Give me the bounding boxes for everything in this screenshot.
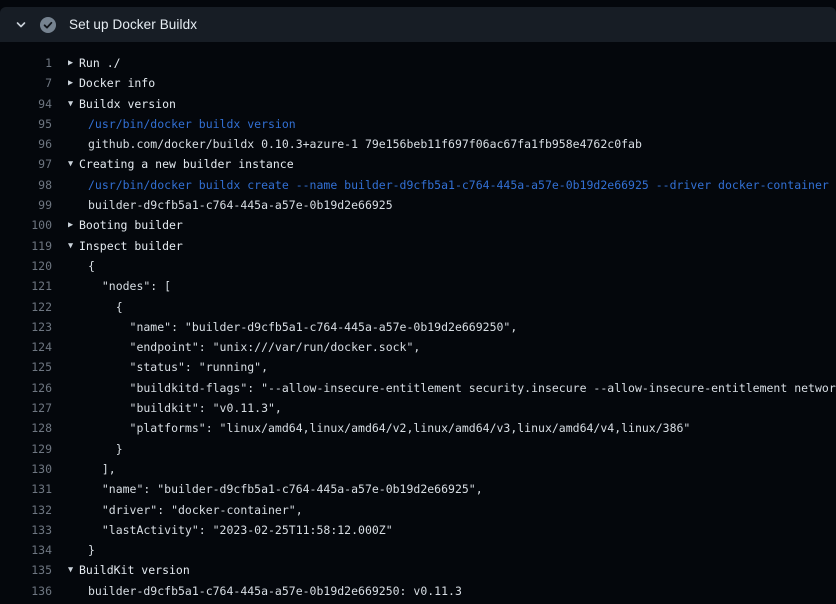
output-text: "buildkitd-flags": "--allow-insecure-ent… (88, 378, 836, 398)
group-title[interactable]: Inspect builder (79, 236, 183, 256)
output-text: "buildkit": "v0.11.3", (88, 398, 282, 418)
log-lines: 1▶Run ./7▶Docker info94▼Buildx version95… (0, 53, 836, 601)
output-text: "status": "running", (88, 357, 268, 377)
output-text: "platforms": "linux/amd64,linux/amd64/v2… (88, 418, 690, 438)
log-panel: 1▶Run ./7▶Docker info94▼Buildx version95… (0, 42, 836, 604)
group-title[interactable]: Buildx version (79, 94, 176, 114)
output-text: builder-d9cfb5a1-c764-445a-a57e-0b19d2e6… (88, 581, 462, 601)
output-text: github.com/docker/buildx 0.10.3+azure-1 … (88, 134, 642, 154)
log-line: 123 "name": "builder-d9cfb5a1-c764-445a-… (0, 317, 836, 337)
output-text: } (88, 540, 95, 560)
triangle-down-icon[interactable]: ▼ (68, 154, 79, 174)
step-header[interactable]: Set up Docker Buildx (0, 7, 836, 42)
line-number[interactable]: 100 (0, 215, 52, 235)
log-group-line[interactable]: 135 ▼BuildKit version (0, 560, 836, 580)
output-text: builder-d9cfb5a1-c764-445a-a57e-0b19d2e6… (88, 195, 393, 215)
output-text: { (88, 297, 123, 317)
log-line: 96 github.com/docker/buildx 0.10.3+azure-… (0, 134, 836, 154)
line-number[interactable]: 134 (0, 540, 52, 560)
log-line: 124 "endpoint": "unix:///var/run/docker.… (0, 337, 836, 357)
log-line: 133 "lastActivity": "2023-02-25T11:58:12… (0, 520, 836, 540)
output-text: "name": "builder-d9cfb5a1-c764-445a-a57e… (88, 317, 517, 337)
line-number[interactable]: 123 (0, 317, 52, 337)
command-text: /usr/bin/docker buildx create --name bui… (88, 175, 829, 195)
log-group-line[interactable]: 119 ▼Inspect builder (0, 236, 836, 256)
log-line: 127 "buildkit": "v0.11.3", (0, 398, 836, 418)
group-title[interactable]: Creating a new builder instance (79, 154, 294, 174)
output-text: { (88, 256, 95, 276)
output-text: } (88, 439, 123, 459)
group-title[interactable]: Booting builder (79, 215, 183, 235)
log-line: 126 "buildkitd-flags": "--allow-insecure… (0, 378, 836, 398)
check-circle-icon (40, 17, 56, 33)
line-number[interactable]: 124 (0, 337, 52, 357)
log-line: 125 "status": "running", (0, 357, 836, 377)
triangle-down-icon[interactable]: ▼ (68, 560, 79, 580)
log-line: 131 "name": "builder-d9cfb5a1-c764-445a-… (0, 479, 836, 499)
line-number[interactable]: 119 (0, 236, 52, 256)
log-group-line[interactable]: 94 ▼Buildx version (0, 94, 836, 114)
line-number[interactable]: 131 (0, 479, 52, 499)
log-line: 132 "driver": "docker-container", (0, 500, 836, 520)
log-line: 95/usr/bin/docker buildx version (0, 114, 836, 134)
triangle-right-icon[interactable]: ▶ (68, 215, 79, 235)
log-group-line[interactable]: 97 ▼Creating a new builder instance (0, 154, 836, 174)
line-number[interactable]: 125 (0, 357, 52, 377)
command-text: /usr/bin/docker buildx version (88, 114, 296, 134)
line-number[interactable]: 128 (0, 418, 52, 438)
line-number[interactable]: 120 (0, 256, 52, 276)
line-number[interactable]: 130 (0, 459, 52, 479)
triangle-down-icon[interactable]: ▼ (68, 236, 79, 256)
log-group-line[interactable]: 100 ▶Booting builder (0, 215, 836, 235)
triangle-right-icon[interactable]: ▶ (68, 53, 79, 73)
line-number[interactable]: 94 (0, 94, 52, 114)
line-number[interactable]: 136 (0, 581, 52, 601)
line-number[interactable]: 7 (0, 73, 52, 93)
log-group-line[interactable]: 7 ▶Docker info (0, 73, 836, 93)
output-text: "endpoint": "unix:///var/run/docker.sock… (88, 337, 420, 357)
line-number[interactable]: 129 (0, 439, 52, 459)
log-line: 120 { (0, 256, 836, 276)
log-line: 130 ], (0, 459, 836, 479)
line-number[interactable]: 126 (0, 378, 52, 398)
triangle-right-icon[interactable]: ▶ (68, 73, 79, 93)
output-text: "nodes": [ (88, 276, 171, 296)
line-number[interactable]: 98 (0, 175, 52, 195)
step-title: Set up Docker Buildx (69, 17, 197, 32)
line-number[interactable]: 122 (0, 297, 52, 317)
line-number[interactable]: 135 (0, 560, 52, 580)
log-group-line[interactable]: 1 ▶Run ./ (0, 53, 836, 73)
triangle-down-icon[interactable]: ▼ (68, 94, 79, 114)
line-number[interactable]: 95 (0, 114, 52, 134)
line-number[interactable]: 1 (0, 53, 52, 73)
output-text: "driver": "docker-container", (88, 500, 303, 520)
log-line: 128 "platforms": "linux/amd64,linux/amd6… (0, 418, 836, 438)
line-number[interactable]: 96 (0, 134, 52, 154)
output-text: "lastActivity": "2023-02-25T11:58:12.000… (88, 520, 393, 540)
group-title[interactable]: BuildKit version (79, 560, 190, 580)
output-text: ], (88, 459, 116, 479)
line-number[interactable]: 132 (0, 500, 52, 520)
line-number[interactable]: 127 (0, 398, 52, 418)
log-line: 99 builder-d9cfb5a1-c764-445a-a57e-0b19d2… (0, 195, 836, 215)
log-line: 121 "nodes": [ (0, 276, 836, 296)
line-number[interactable]: 133 (0, 520, 52, 540)
log-line: 136 builder-d9cfb5a1-c764-445a-a57e-0b19d… (0, 581, 836, 601)
log-line: 129 } (0, 439, 836, 459)
chevron-down-icon[interactable] (14, 18, 28, 32)
line-number[interactable]: 99 (0, 195, 52, 215)
line-number[interactable]: 121 (0, 276, 52, 296)
log-line: 134} (0, 540, 836, 560)
output-text: "name": "builder-d9cfb5a1-c764-445a-a57e… (88, 479, 483, 499)
group-title[interactable]: Docker info (79, 73, 155, 93)
log-line: 122 { (0, 297, 836, 317)
group-title[interactable]: Run ./ (79, 53, 121, 73)
line-number[interactable]: 97 (0, 154, 52, 174)
log-line: 98/usr/bin/docker buildx create --name b… (0, 175, 836, 195)
